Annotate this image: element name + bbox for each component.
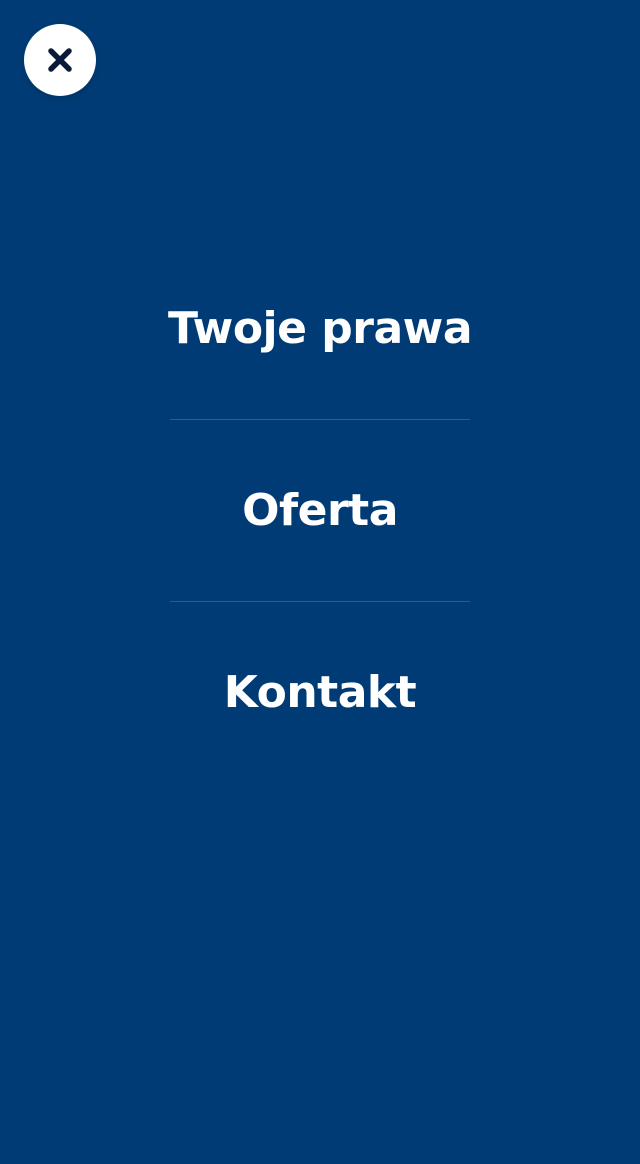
menu-item-oferta[interactable]: Oferta [0,420,640,601]
menu-item-twoje-prawa[interactable]: Twoje prawa [0,238,640,419]
main-menu: Twoje prawa Oferta Kontakt [0,238,640,783]
menu-item-label: Twoje prawa [167,302,473,354]
close-button[interactable] [24,24,96,96]
menu-item-kontakt[interactable]: Kontakt [0,602,640,783]
close-icon [46,46,74,74]
menu-item-label: Oferta [242,484,398,536]
menu-item-label: Kontakt [223,666,417,718]
